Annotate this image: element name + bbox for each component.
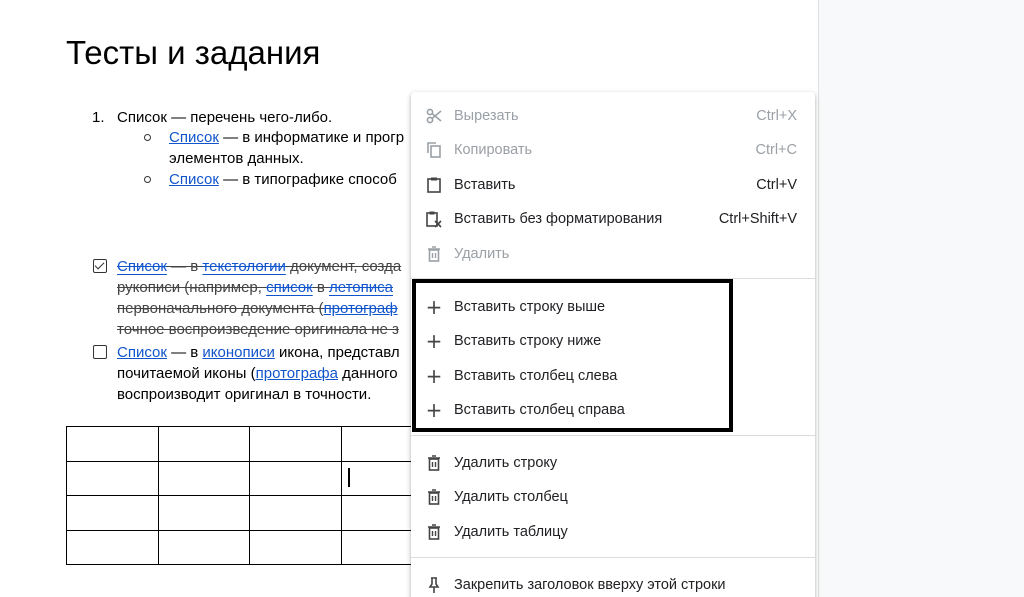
menu-label: Вырезать — [454, 108, 519, 124]
menu-shortcut: Ctrl+V — [756, 177, 797, 193]
menu-label: Вставить столбец слева — [454, 368, 618, 384]
table-cell[interactable] — [66, 426, 159, 462]
table-cell[interactable] — [157, 495, 250, 531]
sub-item-1-link[interactable]: Список — [169, 129, 219, 146]
clipboard-icon — [425, 176, 443, 194]
menu-label: Копировать — [454, 142, 533, 158]
menu-separator — [411, 435, 815, 436]
menu-item-delete[interactable]: Удалить — [411, 237, 815, 271]
checklist-1-text2: документ, созда — [285, 258, 402, 275]
sub-item-1-line2: элементов данных. — [169, 150, 304, 167]
checklist-2-link1[interactable]: Список — [117, 344, 167, 361]
menu-separator — [411, 557, 815, 558]
menu-item-delete-row[interactable]: Удалить строку — [411, 446, 815, 480]
scissors-icon — [425, 107, 443, 125]
menu-label: Удалить таблицу — [454, 524, 568, 540]
table-cell[interactable] — [157, 529, 250, 565]
pin-icon — [425, 576, 443, 594]
plus-icon: + — [425, 295, 443, 319]
checklist-1-link2[interactable]: текстологии — [202, 258, 285, 275]
table-cell[interactable] — [66, 495, 159, 531]
document-title: Тесты и задания — [66, 34, 321, 71]
menu-item-insert-col-left[interactable]: + Вставить столбец слева — [411, 359, 815, 393]
menu-label: Вставить столбец справа — [454, 402, 625, 418]
menu-item-paste[interactable]: Вставить Ctrl+V — [411, 168, 815, 202]
table-cell[interactable] — [157, 460, 250, 496]
checklist-item-1-line4: точное воспроизведение оригинала не з — [117, 321, 399, 338]
menu-item-delete-table[interactable]: Удалить таблицу — [411, 515, 815, 549]
menu-item-delete-column[interactable]: Удалить столбец — [411, 480, 815, 514]
menu-item-insert-col-right[interactable]: + Вставить столбец справа — [411, 393, 815, 427]
menu-shortcut: Ctrl+X — [756, 108, 797, 124]
trash-icon — [425, 523, 443, 541]
checklist-checkbox-checked[interactable] — [93, 259, 107, 273]
menu-label: Удалить строку — [454, 455, 558, 471]
checklist-item-1-line2: рукописи (например, список в летописа — [117, 277, 393, 298]
plus-icon: + — [425, 364, 443, 388]
table-cell[interactable] — [66, 529, 159, 565]
menu-label: Вставить строку выше — [454, 299, 606, 315]
checklist-1-line3-link[interactable]: протограф — [324, 300, 398, 317]
bullet-circle-icon — [144, 176, 151, 183]
table-cell[interactable] — [249, 529, 342, 565]
menu-item-insert-row-above[interactable]: + Вставить строку выше — [411, 290, 815, 324]
menu-separator — [411, 278, 815, 279]
checklist-1-line2b: в — [312, 279, 329, 296]
menu-label: Вставить без форматирования — [454, 211, 663, 227]
copy-icon — [425, 141, 443, 159]
menu-label: Вставить — [454, 177, 516, 193]
clipboard-plain-icon — [425, 210, 443, 228]
menu-item-copy[interactable]: Копировать Ctrl+C — [411, 133, 815, 167]
checklist-item-1-line3: первоначального документа (протограф — [117, 298, 398, 319]
table-cell[interactable] — [249, 495, 342, 531]
checklist-2-text1: — в — [166, 344, 203, 361]
plus-icon: + — [425, 329, 443, 353]
trash-icon — [425, 488, 443, 506]
checklist-item-2-line1: Список — в иконописи икона, представл — [117, 342, 400, 363]
checklist-1-line2a: рукописи (например, — [117, 279, 267, 296]
list-number: 1. — [92, 109, 105, 126]
checklist-2-line2a: почитаемой иконы ( — [117, 365, 256, 382]
checklist-checkbox-unchecked[interactable] — [93, 345, 107, 359]
checklist-1-line3a: первоначального документа ( — [117, 300, 324, 317]
page-gutter — [818, 0, 1024, 597]
checklist-2-line2b: данного — [337, 365, 398, 382]
menu-item-pin-header[interactable]: Закрепить заголовок вверху этой строки — [411, 568, 815, 597]
sub-list-item-2: Список — в типографике способ — [169, 169, 397, 190]
text-cursor — [348, 468, 350, 487]
trash-icon — [425, 454, 443, 472]
table-cell[interactable] — [66, 460, 159, 496]
sub-item-2-link[interactable]: Список — [169, 171, 219, 188]
menu-item-cut[interactable]: Вырезать Ctrl+X — [411, 99, 815, 133]
menu-item-paste-plain[interactable]: Вставить без форматирования Ctrl+Shift+V — [411, 202, 815, 236]
menu-shortcut: Ctrl+Shift+V — [718, 211, 797, 227]
menu-shortcut: Ctrl+C — [755, 142, 798, 158]
sub-list-item-1: Список — в информатике и прогр — [169, 127, 404, 148]
checklist-2-text2: икона, представл — [274, 344, 400, 361]
trash-icon — [425, 245, 443, 263]
menu-item-insert-row-below[interactable]: + Вставить строку ниже — [411, 324, 815, 358]
checklist-item-2-line2: почитаемой иконы (протографа данного — [117, 363, 398, 384]
checklist-1-line2-link2[interactable]: летописа — [329, 279, 393, 296]
checklist-item-2-line3: воспроизводит оригинал в точности. — [117, 386, 372, 403]
checklist-1-line2-link[interactable]: список — [266, 279, 313, 296]
menu-label: Закрепить заголовок вверху этой строки — [454, 577, 726, 593]
bullet-circle-icon — [144, 134, 151, 141]
sub-item-1-text: — в информатике и прогр — [218, 129, 405, 146]
plus-icon: + — [425, 398, 443, 422]
table-cell[interactable] — [157, 426, 250, 462]
context-menu: Вырезать Ctrl+X Копировать Ctrl+C Встави… — [411, 92, 815, 597]
checklist-2-link2[interactable]: иконописи — [202, 344, 274, 361]
checklist-item-1-line1: Список — в текстологии документ, созда — [117, 256, 401, 277]
table-cell[interactable] — [249, 426, 342, 462]
menu-label: Вставить строку ниже — [454, 333, 602, 349]
list-item-1: Список — перечень чего-либо. — [117, 109, 333, 126]
menu-label: Удалить столбец — [454, 489, 568, 505]
table-cell[interactable] — [249, 460, 342, 496]
checklist-1-text1: — в — [166, 258, 203, 275]
sub-item-2-text: — в типографике способ — [218, 171, 397, 188]
checklist-1-link1[interactable]: Список — [117, 258, 167, 275]
checklist-2-line2-link[interactable]: протографа — [256, 365, 338, 382]
menu-label: Удалить — [454, 246, 510, 262]
